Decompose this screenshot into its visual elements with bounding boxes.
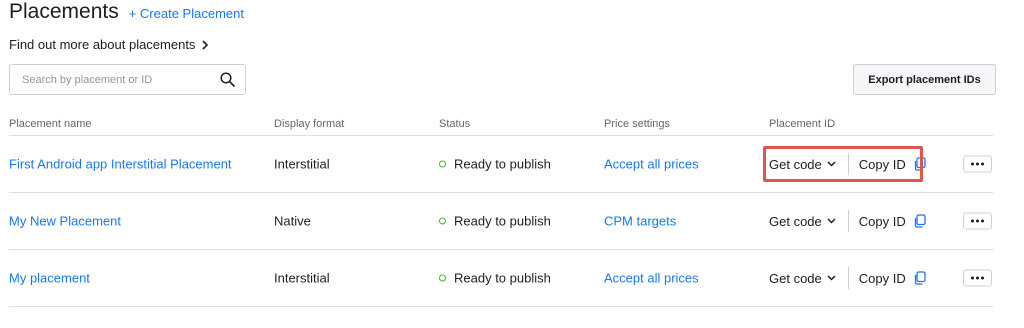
chevron-down-icon <box>827 218 836 224</box>
display-format: Interstitial <box>274 156 330 172</box>
status-dot-icon <box>439 160 446 168</box>
copy-id-label: Copy ID <box>858 270 906 286</box>
copy-icon <box>914 214 926 228</box>
copy-icon <box>914 271 926 285</box>
table-row: My New Placement Native Ready to publish… <box>9 193 993 250</box>
table-row: My placement Interstitial Ready to publi… <box>9 250 993 307</box>
chevron-down-icon <box>827 275 836 281</box>
divider <box>847 267 849 289</box>
placement-id-actions: Get code Copy ID <box>769 206 926 236</box>
price-settings-link[interactable]: Accept all prices <box>604 157 699 172</box>
price-settings-link[interactable]: Accept all prices <box>604 271 699 286</box>
table-row: First Android app Interstitial Placement… <box>9 136 993 193</box>
placement-name-link[interactable]: My placement <box>9 271 90 286</box>
placements-table: Placement name Display format Status Pri… <box>9 113 993 307</box>
more-options-button[interactable] <box>963 212 992 230</box>
price-settings-link[interactable]: CPM targets <box>604 214 676 229</box>
get-code-dropdown[interactable]: Get code <box>769 214 836 229</box>
copy-id-button[interactable]: Copy ID <box>859 214 926 229</box>
chevron-right-icon <box>202 39 209 50</box>
status: Ready to publish <box>439 271 551 286</box>
get-code-label: Get code <box>769 270 822 286</box>
column-header-name: Placement name <box>9 118 92 130</box>
display-format: Interstitial <box>274 270 330 286</box>
copy-id-label: Copy ID <box>858 156 906 172</box>
status-label: Ready to publish <box>454 270 551 286</box>
placement-id-actions: Get code Copy ID <box>769 263 926 293</box>
export-placement-ids-button[interactable]: Export placement IDs <box>853 64 996 95</box>
get-code-dropdown[interactable]: Get code <box>769 157 836 172</box>
search-field[interactable] <box>9 64 246 95</box>
find-more-label: Find out more about placements <box>9 37 196 52</box>
create-placement-link[interactable]: + Create Placement <box>129 6 244 21</box>
more-options-icon <box>971 219 974 223</box>
more-options-icon <box>971 162 974 166</box>
get-code-label: Get code <box>769 213 822 229</box>
divider <box>847 153 849 175</box>
status-label: Ready to publish <box>454 213 551 229</box>
copy-id-button[interactable]: Copy ID <box>859 157 926 172</box>
column-header-status: Status <box>439 118 471 130</box>
table-header: Placement name Display format Status Pri… <box>9 113 993 136</box>
copy-id-label: Copy ID <box>858 213 906 229</box>
status: Ready to publish <box>439 157 551 172</box>
chevron-down-icon <box>827 161 836 167</box>
page-header: Placements + Create Placement <box>9 0 244 30</box>
get-code-dropdown[interactable]: Get code <box>769 271 836 286</box>
status-dot-icon <box>439 217 446 225</box>
status: Ready to publish <box>439 214 551 229</box>
find-more-link[interactable]: Find out more about placements <box>9 37 209 52</box>
status-label: Ready to publish <box>454 156 551 172</box>
status-dot-icon <box>439 274 446 282</box>
more-options-icon <box>971 276 974 280</box>
search-icon[interactable] <box>220 72 235 87</box>
search-input[interactable] <box>22 73 220 86</box>
column-header-placement-id: Placement ID <box>769 118 836 130</box>
more-options-button[interactable] <box>963 155 992 173</box>
copy-icon <box>914 157 926 171</box>
placement-name-link[interactable]: First Android app Interstitial Placement <box>9 157 232 172</box>
display-format: Native <box>274 213 311 229</box>
column-header-format: Display format <box>274 118 345 130</box>
divider <box>847 210 849 232</box>
get-code-label: Get code <box>769 156 822 172</box>
page-title: Placements <box>9 0 119 23</box>
column-header-price: Price settings <box>604 118 671 130</box>
more-options-button[interactable] <box>963 269 992 287</box>
placement-id-actions: Get code Copy ID <box>769 149 926 179</box>
placement-name-link[interactable]: My New Placement <box>9 214 121 229</box>
copy-id-button[interactable]: Copy ID <box>859 271 926 286</box>
